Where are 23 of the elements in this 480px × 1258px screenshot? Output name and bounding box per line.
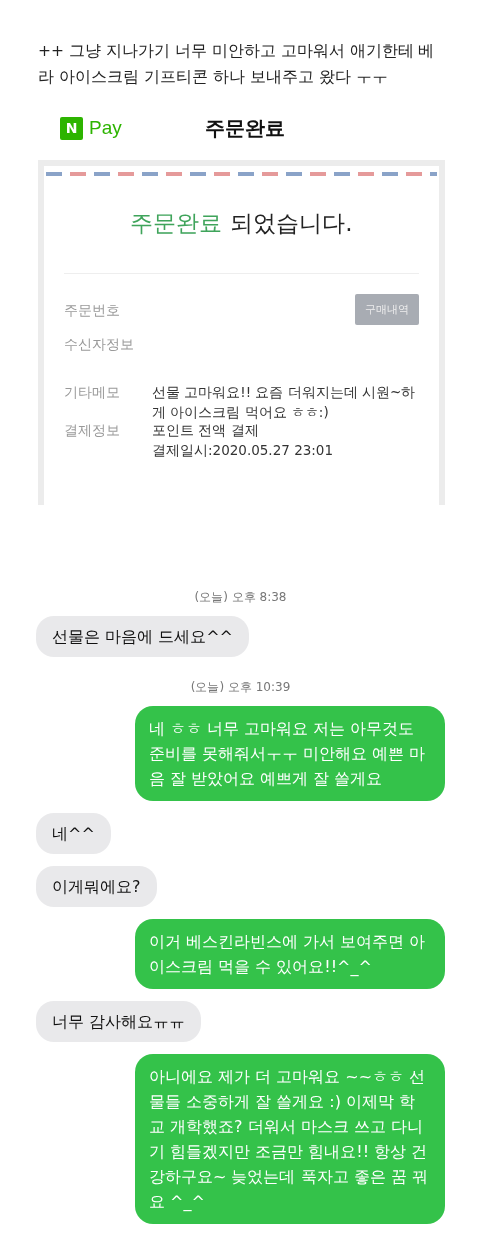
sent-message: 네 ㅎㅎ 너무 고마워요 저는 아무것도 준비를 못해줘서ㅜㅜ 미안해요 예쁜 마음 잘 받았어요 예쁘게 잘 쓸게요 [135, 706, 445, 801]
received-message: 너무 감사해요ㅠㅠ [36, 1001, 202, 1042]
field-label: 기타메모 [64, 384, 121, 402]
field-value: 선물 고마워요!! 요즘 더워지는데 시원~하게 아이스크림 먹어요 ㅎㅎ:) [152, 383, 417, 422]
page-title: 주문완료 [205, 114, 285, 142]
field-value: 결제일시:2020.05.27 23:01 [152, 441, 335, 460]
headline-text: 되었습니다. [230, 210, 353, 236]
post-text: ++ 그냥 지나가기 너무 미안하고 고마워서 애기한테 베라 아이스크림 기프티콘 하나 보내주고 왔다 ㅜㅜ [38, 41, 436, 88]
headline-highlight: 주문완료 [130, 210, 223, 236]
message-timestamp: (오늘) 오후 10:39 [189, 679, 292, 696]
sent-message: 아니에요 제가 더 고마워요 ~~ㅎㅎ 선물들 소중하게 잘 쓸게요 :) 이제막 학교 개학했죠? 더워서 마스크 쓰고 다니기 힘들겠지만 조금만 힘내요!! 항상 건강하구요~ 늦었는데 푹자고 좋은 꿈 꿔요 ^_^ [135, 1054, 445, 1224]
logo-badge: N [60, 116, 83, 140]
message-timestamp: (오늘) 오후 8:38 [193, 589, 288, 606]
received-message: 네^^ [36, 813, 111, 854]
received-message: 선물은 마음에 드세요^^ [36, 616, 249, 657]
field-value: 포인트 전액 결제 [152, 421, 260, 440]
sent-message: 이거 베스킨라빈스에 가서 보여주면 아이스크림 먹을 수 있어요!!^_^ [135, 919, 445, 989]
field-label: 수신자정보 [64, 336, 135, 354]
field-label: 결제정보 [64, 422, 121, 440]
field-label: 주문번호 [64, 302, 121, 320]
logo-text: Pay [89, 117, 122, 139]
purchase-history-button[interactable]: 구매내역 [355, 294, 419, 325]
received-message: 이게뭐에요? [36, 866, 157, 907]
